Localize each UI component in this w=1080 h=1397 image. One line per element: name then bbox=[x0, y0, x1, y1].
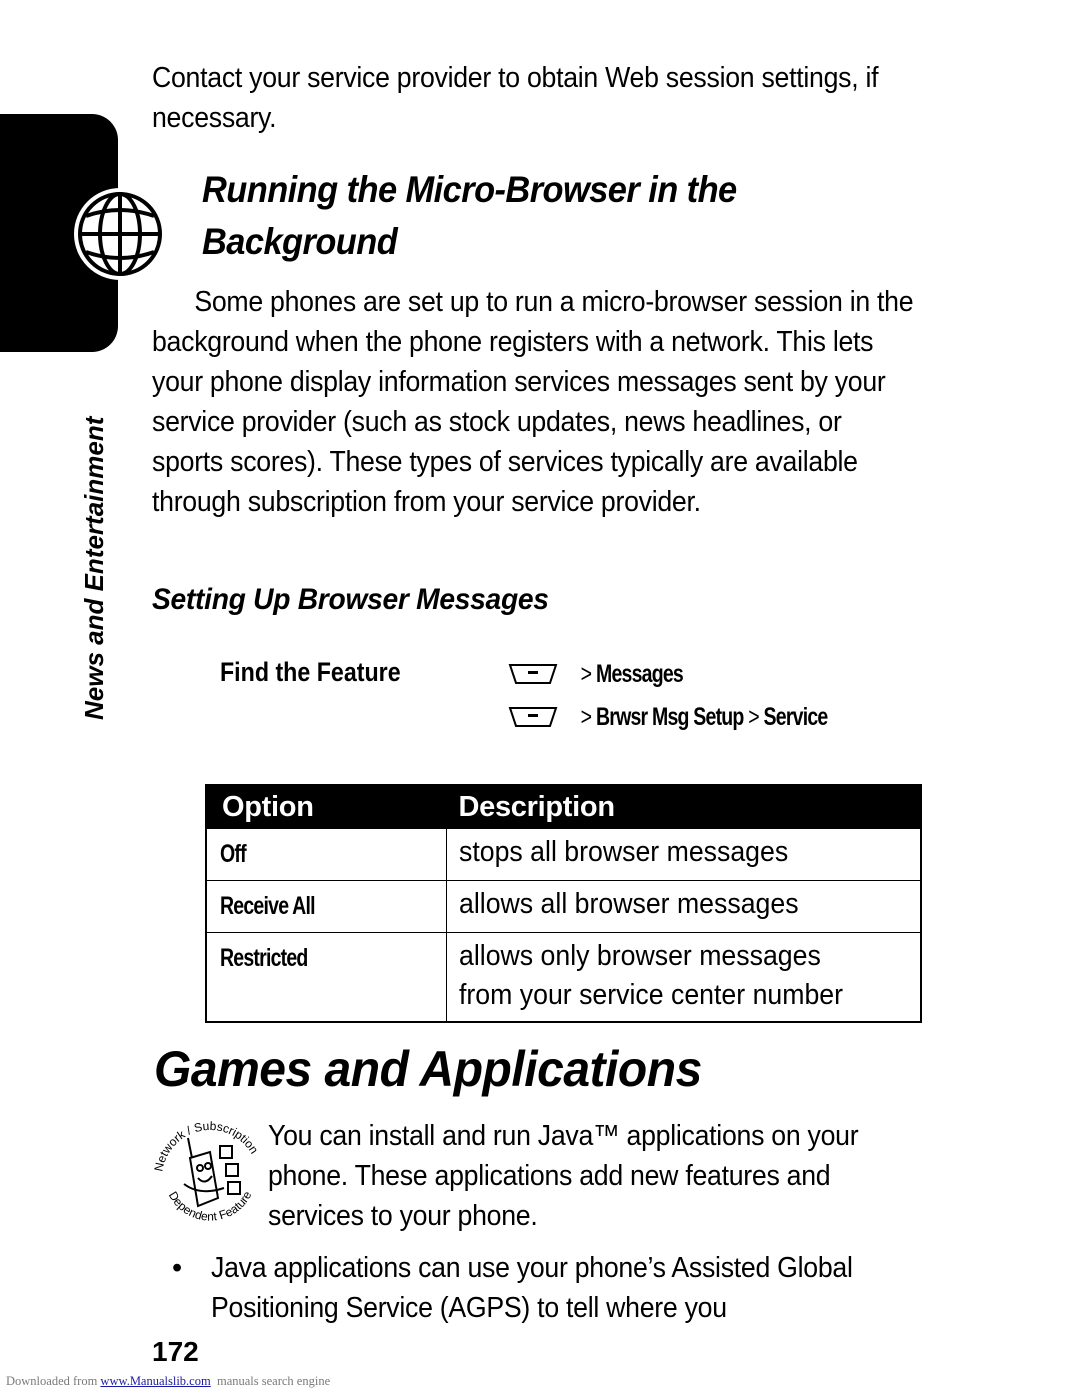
paragraph-java-apps: You can install and run Java™ applicatio… bbox=[268, 1120, 859, 1232]
header-description: Description bbox=[446, 785, 921, 829]
side-label-and: and bbox=[79, 591, 109, 653]
option-description: stops all browser messages bbox=[459, 836, 789, 868]
table-row: Receive All allows all browser messages bbox=[205, 880, 922, 933]
svg-text:Dependent Feature: Dependent Feature bbox=[166, 1188, 255, 1223]
feature-path-2: > Brwsr Msg Setup > Service bbox=[508, 699, 898, 735]
manualslib-link[interactable]: www.Manualslib.com bbox=[100, 1374, 210, 1388]
option-description-line-2: from your service center number bbox=[459, 979, 844, 1011]
paragraph-background-browser: Some phones are set up to run a micro-br… bbox=[152, 282, 916, 522]
option-receive-all: Receive All bbox=[220, 892, 316, 920]
side-label-news: News bbox=[79, 652, 109, 720]
option-off: Off bbox=[220, 840, 247, 868]
side-label-entertainment: Entertainment bbox=[79, 416, 109, 592]
section-side-label: News and Entertainment bbox=[74, 360, 114, 720]
bullet-list-item: • Java applications can use your phone’s… bbox=[172, 1248, 972, 1328]
page-number: 172 bbox=[152, 1336, 199, 1367]
table-row: Off stops all browser messages bbox=[205, 828, 922, 881]
intro-paragraph: Contact your service provider to obtain … bbox=[152, 62, 879, 134]
path-step-service: Service bbox=[763, 702, 829, 731]
path-separator: > bbox=[748, 702, 759, 731]
badge-text-bottom: Dependent Feature bbox=[166, 1188, 255, 1223]
download-footer: Downloaded from www.Manualslib.com manua… bbox=[6, 1374, 330, 1389]
path-separator: > bbox=[580, 659, 592, 688]
path-step-messages: Messages bbox=[595, 659, 684, 688]
table-row: Restricted allows only browser messages f… bbox=[205, 932, 922, 1023]
paragraph-1-text: Some phones are set up to run a micro-br… bbox=[152, 286, 914, 518]
main-heading: Games and Applications bbox=[154, 1041, 702, 1097]
path-separator: > bbox=[580, 702, 592, 731]
option-restricted: Restricted bbox=[220, 944, 308, 972]
find-feature-label: Find the Feature bbox=[220, 657, 401, 687]
globe-icon bbox=[74, 188, 166, 280]
footer-suffix: manuals search engine bbox=[210, 1374, 331, 1388]
bullet-text: Java applications can use your phone’s A… bbox=[211, 1252, 853, 1324]
option-description: allows all browser messages bbox=[459, 888, 799, 920]
table-header-row: Option Description bbox=[206, 785, 921, 829]
option-description-line-1: allows only browser messages bbox=[459, 940, 821, 972]
network-subscription-dependent-feature-icon: Network / Subscription Dependent Feature bbox=[151, 1119, 261, 1224]
options-table: Option Description Off stops all browser… bbox=[205, 784, 922, 1023]
section-heading: Running the Micro-Browser in the Backgro… bbox=[202, 169, 737, 262]
header-option: Option bbox=[206, 785, 447, 829]
feature-path-1: > Messages bbox=[508, 656, 713, 692]
menu-softkey-icon bbox=[508, 707, 558, 727]
bullet-dot: • bbox=[172, 1252, 183, 1284]
subheading: Setting Up Browser Messages bbox=[152, 583, 549, 616]
menu-softkey-icon bbox=[508, 664, 558, 684]
footer-prefix: Downloaded from bbox=[6, 1374, 101, 1388]
path-step-brwsr-msg-setup: Brwsr Msg Setup bbox=[595, 702, 744, 731]
